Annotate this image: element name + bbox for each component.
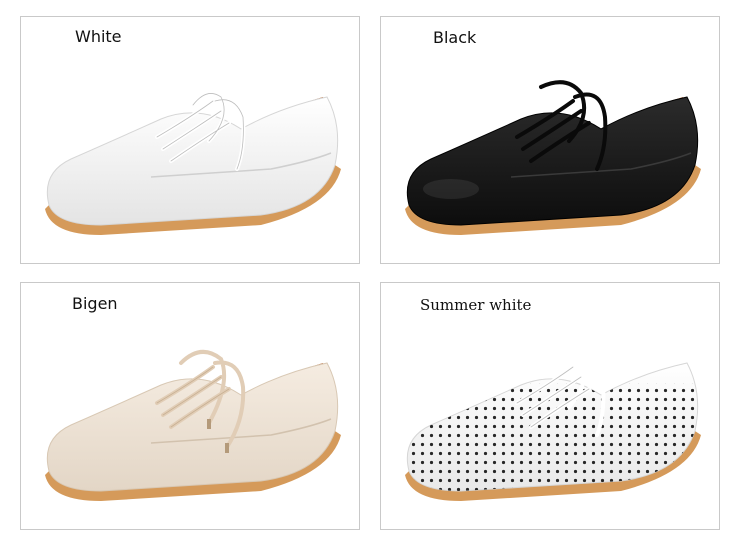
variant-label: Summer white [420, 296, 532, 314]
product-variant-white[interactable]: White [20, 16, 360, 264]
product-variant-bigen[interactable]: Bigen [20, 282, 360, 530]
shoe-image-white [45, 91, 341, 235]
product-variant-summer-white[interactable]: Summer white [380, 282, 720, 530]
shoe-image-black [405, 80, 701, 235]
variant-label: White [75, 27, 122, 46]
shoe-image-summer-white [405, 346, 701, 501]
variant-label: Bigen [72, 294, 118, 313]
variant-label: Black [433, 28, 477, 47]
shoe-image-beige [45, 350, 341, 501]
product-variant-black[interactable]: Black [380, 16, 720, 264]
